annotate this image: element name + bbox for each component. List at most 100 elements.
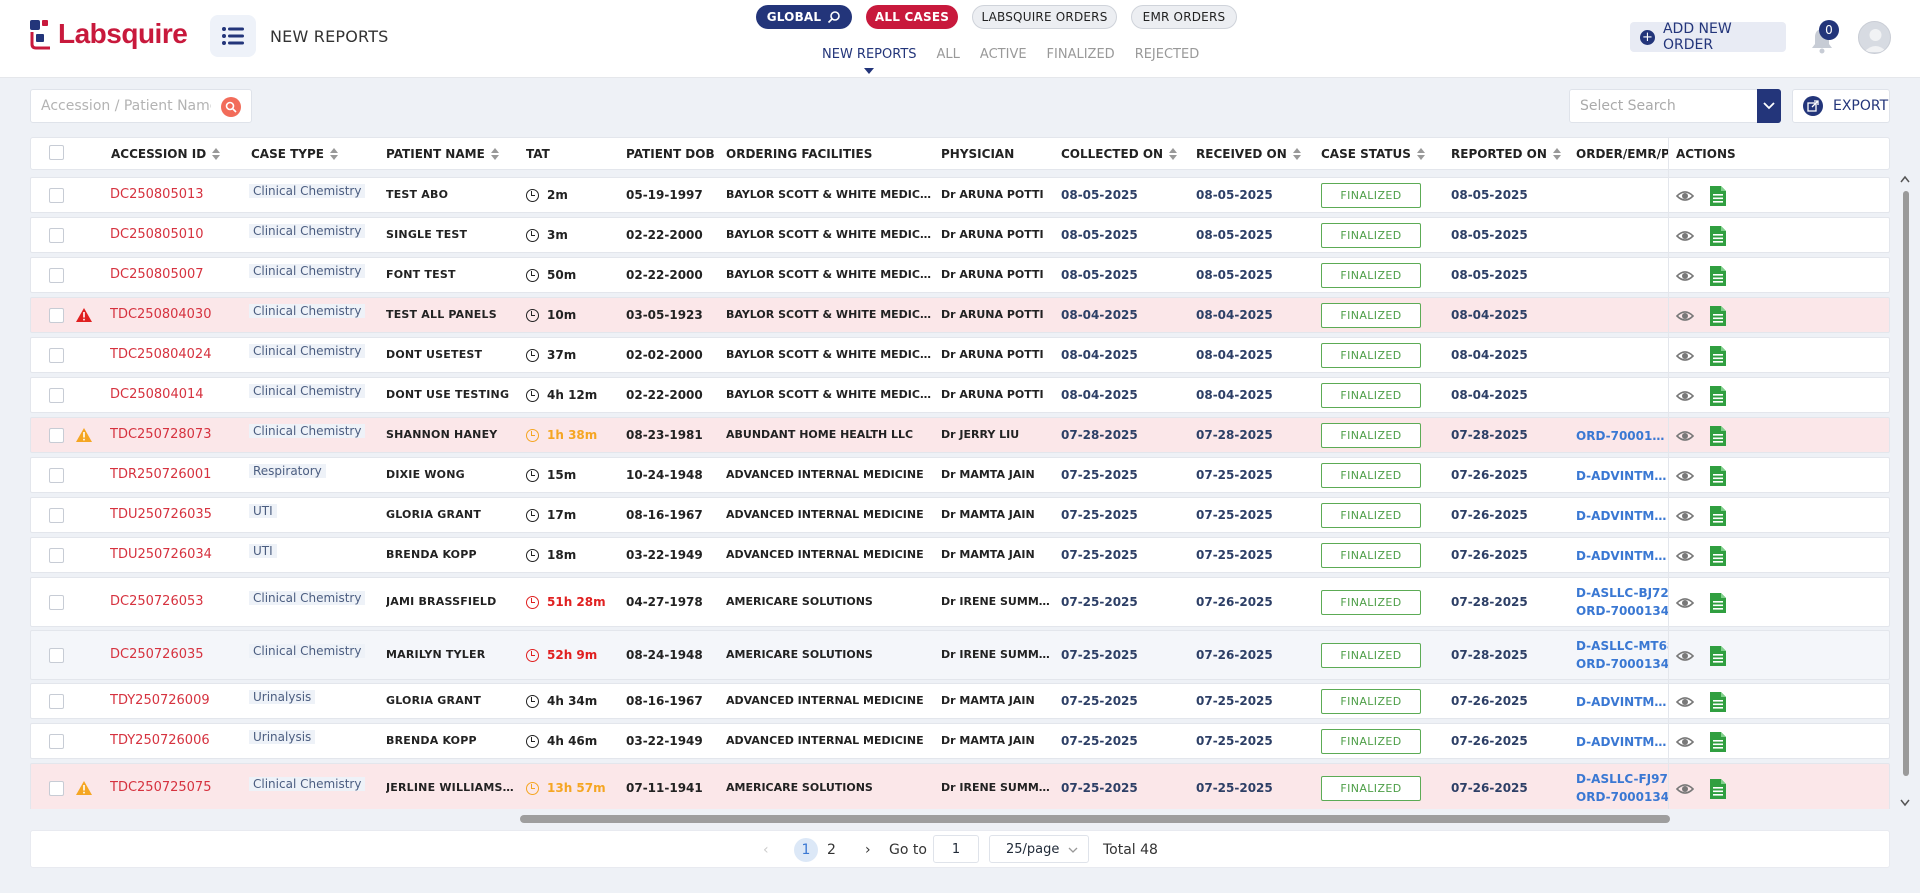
accession-id-link[interactable]: TDC250725075	[110, 780, 211, 795]
row-checkbox[interactable]	[49, 648, 64, 663]
labsquire-logo[interactable]: Labsquire	[28, 18, 188, 50]
table-row[interactable]: DC250726035 Clinical Chemistry MARILYN TYL…	[30, 630, 1890, 680]
table-row[interactable]: DC250805010 Clinical Chemistry SINGLE TEST…	[30, 217, 1890, 253]
order-id-link[interactable]: D-ASLLC-MT689ORD-700013480	[1576, 637, 1668, 673]
column-header-patient-name[interactable]: PATIENT NAME	[386, 147, 499, 161]
table-row[interactable]: TDC250725075 Clinical Chemistry JERLINE WI…	[30, 763, 1890, 809]
order-id-line[interactable]: ORD-700013463	[1576, 788, 1668, 806]
labsquire-orders-pill[interactable]: LABSQUIRE ORDERS	[972, 5, 1117, 29]
vertical-scrollbar[interactable]	[1900, 175, 1910, 815]
table-row[interactable]: TDU250726034 UTI BRENDA KOPP 18m 03-22-1949 A…	[30, 537, 1890, 573]
accession-id-link[interactable]: DC250805013	[110, 187, 204, 202]
table-row[interactable]: TDC250728073 Clinical Chemistry SHANNON HA…	[30, 417, 1890, 453]
sort-icon[interactable]	[329, 148, 338, 160]
order-id-line[interactable]: D-ASLLC-FJ974	[1576, 770, 1668, 788]
page-size-select[interactable]: 25/page	[989, 835, 1089, 863]
order-id-link[interactable]: D-ADVINTMED-	[1576, 547, 1668, 565]
order-id-link[interactable]: D-ADVINTMED-	[1576, 507, 1668, 525]
accession-id-link[interactable]: DC250804014	[110, 387, 204, 402]
column-header-case-type[interactable]: CASE TYPE	[251, 147, 338, 161]
accession-id-link[interactable]: TDY250726006	[110, 733, 210, 748]
next-page-icon[interactable]: ›	[865, 838, 871, 862]
table-row[interactable]: TDY250726009 Urinalysis GLORIA GRANT 4h 34m…	[30, 683, 1890, 719]
order-id-line[interactable]: D-ASLLC-BJ725	[1576, 584, 1668, 602]
row-checkbox[interactable]	[49, 348, 64, 363]
table-row[interactable]: TDC250804030 Clinical Chemistry TEST ALL P…	[30, 297, 1890, 333]
table-row[interactable]: TDC250804024 Clinical Chemistry DONT USETE…	[30, 337, 1890, 373]
row-checkbox[interactable]	[49, 428, 64, 443]
table-row[interactable]: TDU250726035 UTI GLORIA GRANT 17m 08-16-1967…	[30, 497, 1890, 533]
prev-page-icon[interactable]: ‹	[763, 838, 769, 862]
vertical-scroll-thumb[interactable]	[1903, 191, 1909, 776]
page-2-button[interactable]: 2	[827, 838, 836, 862]
sort-icon[interactable]	[1552, 148, 1561, 160]
tab-all[interactable]: ALL	[937, 47, 960, 62]
row-checkbox[interactable]	[49, 468, 64, 483]
accession-id-link[interactable]: TDC250728073	[110, 427, 211, 442]
scroll-up-icon[interactable]	[1900, 175, 1910, 183]
accession-id-link[interactable]: TDR250726001	[110, 467, 211, 482]
accession-id-link[interactable]: TDU250726035	[110, 507, 212, 522]
accession-id-link[interactable]: TDU250726034	[110, 547, 212, 562]
emr-orders-pill[interactable]: EMR ORDERS	[1131, 5, 1237, 29]
accession-id-link[interactable]: TDC250804024	[110, 347, 211, 362]
row-checkbox[interactable]	[49, 188, 64, 203]
add-new-order-button[interactable]: + ADD NEW ORDER	[1630, 21, 1786, 53]
tab-new-reports[interactable]: NEW REPORTS	[822, 47, 917, 74]
chevron-down-icon[interactable]	[1757, 89, 1781, 123]
order-id-link[interactable]: ORD-700013334	[1576, 427, 1668, 445]
menu-toggle-button[interactable]	[210, 15, 256, 57]
all-cases-pill[interactable]: ALL CASES	[866, 5, 958, 29]
order-id-link[interactable]: D-ASLLC-FJ974ORD-700013463	[1576, 770, 1668, 806]
column-header-accession[interactable]: ACCESSION ID	[111, 147, 221, 161]
row-checkbox[interactable]	[49, 388, 64, 403]
accession-id-link[interactable]: DC250726053	[110, 594, 204, 609]
row-checkbox[interactable]	[49, 734, 64, 749]
column-header-reported[interactable]: REPORTED ON	[1451, 147, 1561, 161]
select-all-checkbox[interactable]	[49, 145, 64, 160]
row-checkbox[interactable]	[49, 508, 64, 523]
order-id-line[interactable]: ORD-700013480	[1576, 655, 1668, 673]
user-avatar[interactable]	[1858, 21, 1891, 54]
table-row[interactable]: DC250804014 Clinical Chemistry DONT USE TE…	[30, 377, 1890, 413]
table-row[interactable]: DC250805007 Clinical Chemistry FONT TEST 50…	[30, 257, 1890, 293]
row-checkbox[interactable]	[49, 595, 64, 610]
row-checkbox[interactable]	[49, 268, 64, 283]
select-search-dropdown[interactable]: Select Search	[1569, 89, 1781, 123]
sort-icon[interactable]	[490, 148, 499, 160]
table-row[interactable]: DC250805013 Clinical Chemistry TEST ABO 2m 0…	[30, 177, 1890, 213]
export-button[interactable]: EXPORT	[1792, 89, 1890, 123]
global-pill[interactable]: GLOBAL	[756, 5, 852, 29]
column-header-received[interactable]: RECEIVED ON	[1196, 147, 1301, 161]
order-id-link[interactable]: D-ADVINTMED-	[1576, 693, 1668, 711]
order-id-line[interactable]: ORD-700013433	[1576, 602, 1668, 620]
sort-icon[interactable]	[1416, 148, 1425, 160]
sort-icon[interactable]	[1169, 148, 1178, 160]
tab-active[interactable]: ACTIVE	[980, 47, 1027, 62]
table-row[interactable]: TDY250726006 Urinalysis BRENDA KOPP 4h 46m 0…	[30, 723, 1890, 759]
order-id-line[interactable]: D-ASLLC-MT689	[1576, 637, 1668, 655]
table-row[interactable]: DC250726053 Clinical Chemistry JAMI BRASSF…	[30, 577, 1890, 627]
row-checkbox[interactable]	[49, 781, 64, 796]
column-header-case-status[interactable]: CASE STATUS	[1321, 147, 1425, 161]
accession-id-link[interactable]: DC250805007	[110, 267, 204, 282]
row-checkbox[interactable]	[49, 694, 64, 709]
scroll-down-icon[interactable]	[1900, 799, 1910, 807]
accession-id-link[interactable]: DC250805010	[110, 227, 204, 242]
column-header-collected[interactable]: COLLECTED ON	[1061, 147, 1178, 161]
page-1-button[interactable]: 1	[794, 838, 818, 862]
sort-icon[interactable]	[1292, 148, 1301, 160]
order-id-link[interactable]: D-ADVINTMED-	[1576, 467, 1668, 485]
search-input[interactable]	[31, 90, 211, 122]
table-row[interactable]: TDR250726001 Respiratory DIXIE WONG 15m 10-2…	[30, 457, 1890, 493]
accession-id-link[interactable]: TDY250726009	[110, 693, 210, 708]
order-id-link[interactable]: D-ADVINTMED-	[1576, 733, 1668, 751]
tab-finalized[interactable]: FINALIZED	[1047, 47, 1115, 62]
tab-rejected[interactable]: REJECTED	[1135, 47, 1200, 62]
accession-id-link[interactable]: TDC250804030	[110, 307, 211, 322]
row-checkbox[interactable]	[49, 228, 64, 243]
sort-icon[interactable]	[212, 148, 221, 160]
row-checkbox[interactable]	[49, 308, 64, 323]
accession-id-link[interactable]: DC250726035	[110, 647, 204, 662]
row-checkbox[interactable]	[49, 548, 64, 563]
